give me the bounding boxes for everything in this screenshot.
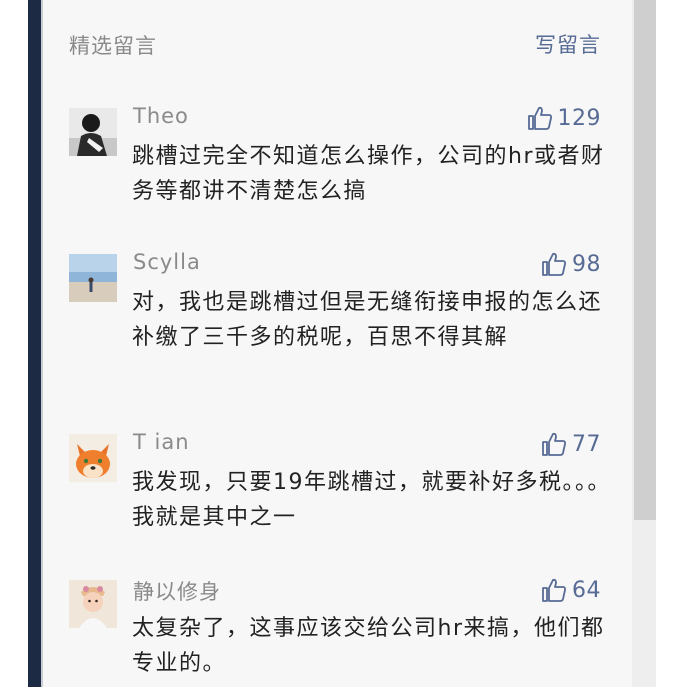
comment-text: 对，我也是跳槽过但是无缝衔接申报的怎么还补缴了三千多的税呢，百思不得其解 — [132, 290, 603, 350]
comment-nickname[interactable]: T ian — [133, 430, 190, 454]
like-button[interactable]: 64 — [541, 577, 601, 603]
phone-frame-left-edge — [28, 0, 41, 687]
comment-nickname[interactable]: 静以修身 — [133, 576, 221, 606]
like-count: 98 — [572, 251, 601, 277]
thumbs-up-icon — [527, 106, 552, 130]
phone-frame-right-edge — [656, 0, 688, 687]
like-count: 77 — [572, 431, 601, 457]
scrollbar-thumb[interactable] — [634, 0, 656, 520]
comment-text: 太复杂了，这事应该交给公司hr来搞，他们都专业的。 — [132, 616, 605, 676]
comment-text: 我发现，只要19年跳槽过，就要补好多税。。。我就是其中之一 — [132, 470, 611, 530]
comment-nickname[interactable]: Theo — [133, 104, 189, 128]
featured-comments-title: 精选留言 — [69, 34, 157, 58]
beach-photo-avatar-icon[interactable] — [69, 254, 117, 302]
thumbs-up-icon — [542, 252, 566, 276]
person-photo-avatar-icon[interactable] — [69, 108, 117, 156]
comment-nickname[interactable]: Scylla — [133, 250, 201, 274]
like-count: 129 — [557, 105, 601, 131]
thumbs-up-icon — [542, 432, 566, 456]
thumbs-up-icon — [542, 578, 566, 602]
like-count: 64 — [572, 577, 601, 603]
like-button[interactable]: 77 — [541, 431, 601, 457]
fox-cartoon-avatar-icon[interactable] — [69, 434, 117, 482]
baby-photo-avatar-icon[interactable] — [69, 580, 117, 628]
like-button[interactable]: 129 — [527, 105, 602, 131]
write-comment-link[interactable]: 写留言 — [535, 29, 601, 59]
like-button[interactable]: 98 — [541, 251, 601, 277]
comment-text: 跳槽过完全不知道怎么操作，公司的hr或者财务等都讲不清楚怎么搞 — [132, 144, 605, 204]
featured-comments-panel: 精选留言 写留言 Theo 129 跳槽过完全不知道怎么操作，公司的hr或者财务… — [43, 0, 632, 687]
